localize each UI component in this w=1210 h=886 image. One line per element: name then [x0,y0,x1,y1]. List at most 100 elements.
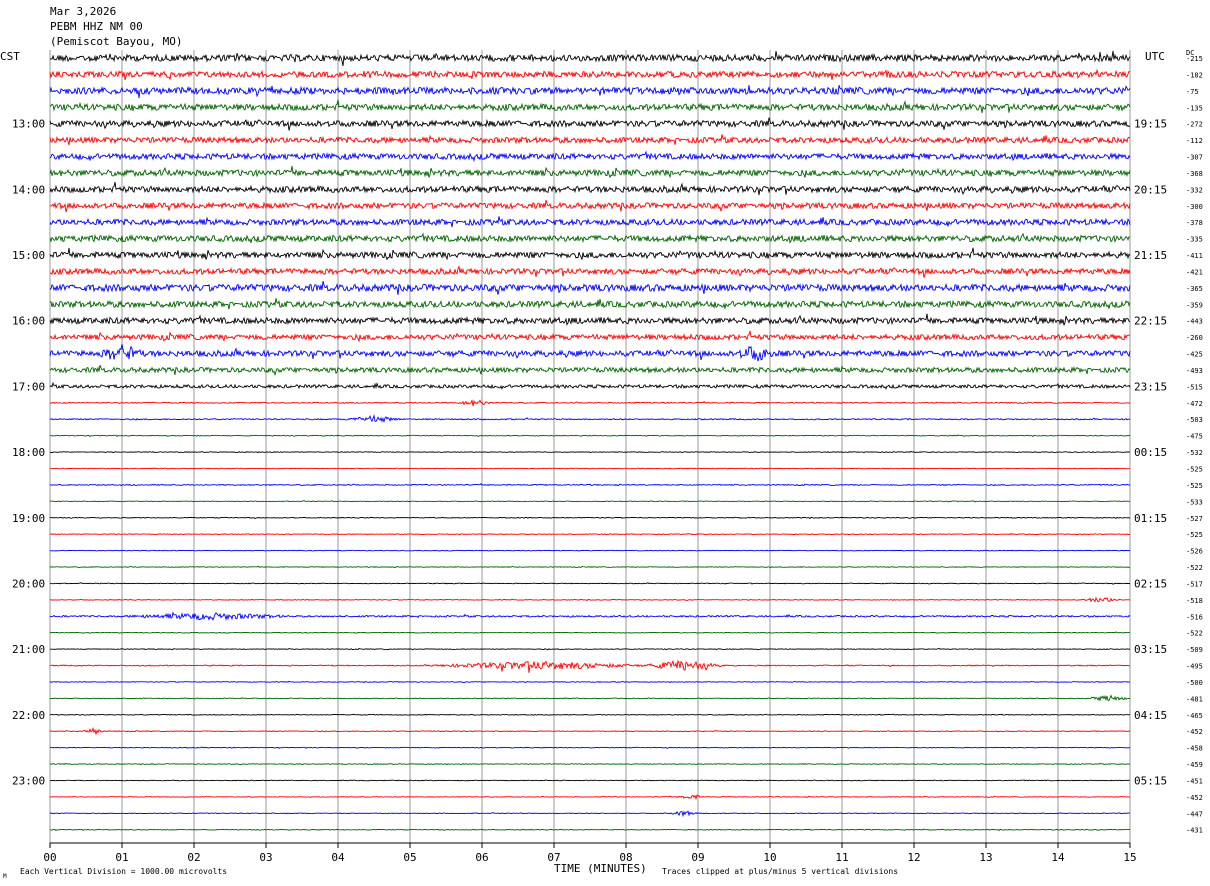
trace-41-red [49,727,1131,736]
x-tick-label-06: 06 [475,851,488,864]
trace-43-green [49,762,1131,766]
utc-hour-label-4: 23:15 [1134,380,1167,393]
trace-37-red [49,659,1130,673]
dc-offset-label-19: -493 [1186,367,1203,375]
trace-36-black [50,647,1131,651]
x-axis-title: TIME (MINUTES) [554,862,647,875]
x-tick-label-01: 01 [115,851,128,864]
dc-offset-label-18: -425 [1186,351,1203,359]
dc-offset-label-9: -300 [1186,203,1203,211]
x-tick-label-03: 03 [259,851,272,864]
utc-hour-label-5: 00:15 [1134,446,1167,459]
dc-offset-label-33: -518 [1186,597,1203,605]
trace-38-blue [49,680,1131,684]
dc-offset-label-44: -451 [1186,777,1203,785]
trace-14-blue [49,280,1131,295]
x-tick-label-09: 09 [691,851,704,864]
utc-hour-label-3: 22:15 [1134,315,1167,328]
x-tick-label-13: 13 [979,851,992,864]
dc-offset-label-21: -472 [1186,400,1203,408]
dc-offset-label-29: -525 [1186,531,1203,539]
trace-7-green [49,165,1131,179]
x-tick-label-00: 00 [43,851,56,864]
trace-29-red [49,532,1131,536]
cst-hour-label-10: 23:00 [12,774,45,787]
utc-hour-label-6: 01:15 [1134,512,1167,525]
dc-offset-label-7: -368 [1186,170,1203,178]
trace-1-red [49,68,1131,81]
seismogram-chart: 00 01 02 03 04 05 06 07 08 09 10 11 12 13 14 15-215-182… [12,50,1203,864]
trace-42-blue [49,746,1131,749]
trace-17-red [49,330,1131,343]
cst-hour-label-1: 14:00 [12,183,45,196]
x-tick-label-12: 12 [907,851,920,864]
x-tick-label-15: 15 [1123,851,1136,864]
x-tick-label-04: 04 [331,851,345,864]
dc-offset-label-31: -522 [1186,564,1203,572]
x-tick-label-02: 02 [187,851,200,864]
dc-offset-label-34: -516 [1186,613,1203,621]
dc-offset-label-45: -452 [1186,794,1203,802]
utc-hour-label-10: 05:15 [1134,774,1167,787]
trace-5-red [49,134,1131,146]
trace-18-blue [49,344,1131,362]
trace-15-green [49,298,1131,310]
dc-offset-label-14: -365 [1186,285,1203,293]
dc-offset-label-27: -533 [1186,498,1203,506]
dc-offset-label-36: -509 [1186,646,1203,654]
trace-31-green [49,565,1131,569]
dc-offset-label-24: -532 [1186,449,1203,457]
dc-offset-label-8: -332 [1186,186,1203,194]
cst-hour-label-3: 16:00 [12,315,45,328]
trace-40-black [49,713,1131,716]
trace-26-blue [49,483,1131,487]
dc-offset-label-3: -135 [1186,104,1203,112]
trace-3-green [49,99,1131,114]
clip-note: Traces clipped at plus/minus 5 vertical … [662,867,899,876]
dc-offset-label-25: -525 [1186,466,1203,474]
utc-hour-label-8: 03:15 [1134,643,1167,656]
trace-21-red [49,399,1131,407]
dc-offset-label-23: -475 [1186,433,1203,441]
dc-offset-label-15: -359 [1186,301,1203,309]
dc-offset-label-32: -517 [1186,580,1203,588]
trace-0-black [49,50,1131,67]
dc-offset-label-28: -527 [1186,515,1203,523]
dc-offset-label-22: -503 [1186,416,1203,424]
trace-35-green [49,631,1131,634]
trace-23-green [50,434,1131,438]
utc-hour-label-0: 19:15 [1134,118,1167,131]
dc-offset-label-38: -500 [1186,679,1203,687]
trace-25-red [49,467,1131,470]
utc-hour-label-7: 02:15 [1134,577,1167,590]
trace-13-red [49,265,1131,278]
trace-20-black [49,381,1131,390]
dc-offset-label-5: -112 [1186,137,1203,145]
cst-hour-label-0: 13:00 [12,118,45,131]
trace-10-blue [49,216,1131,228]
cst-hour-label-2: 15:00 [12,249,45,262]
trace-33-red [49,596,1131,603]
trace-11-green [49,232,1131,244]
corner-mark: M [3,873,7,880]
dc-offset-label-43: -459 [1186,761,1203,769]
dc-offset-label-30: -526 [1186,548,1203,556]
x-tick-label-14: 14 [1051,851,1065,864]
trace-30-blue [49,549,1131,552]
cst-hour-label-9: 22:00 [12,709,45,722]
utc-hour-label-9: 04:15 [1134,709,1167,722]
dc-offset-label-11: -335 [1186,236,1203,244]
cst-hour-label-5: 18:00 [12,446,45,459]
trace-32-black [49,582,1131,585]
dc-offset-label-6: -307 [1186,154,1203,162]
cst-hour-label-7: 20:00 [12,577,45,590]
dc-offset-label-35: -522 [1186,630,1203,638]
trace-27-green [49,499,1131,503]
trace-19-green [49,364,1131,377]
x-tick-label-05: 05 [403,851,416,864]
cst-hour-label-6: 19:00 [12,512,45,525]
trace-6-blue [49,150,1131,163]
scale-note: Each Vertical Division = 1000.00 microvo… [20,867,228,876]
dc-offset-label-40: -465 [1186,712,1203,720]
cst-hour-label-8: 21:00 [12,643,45,656]
